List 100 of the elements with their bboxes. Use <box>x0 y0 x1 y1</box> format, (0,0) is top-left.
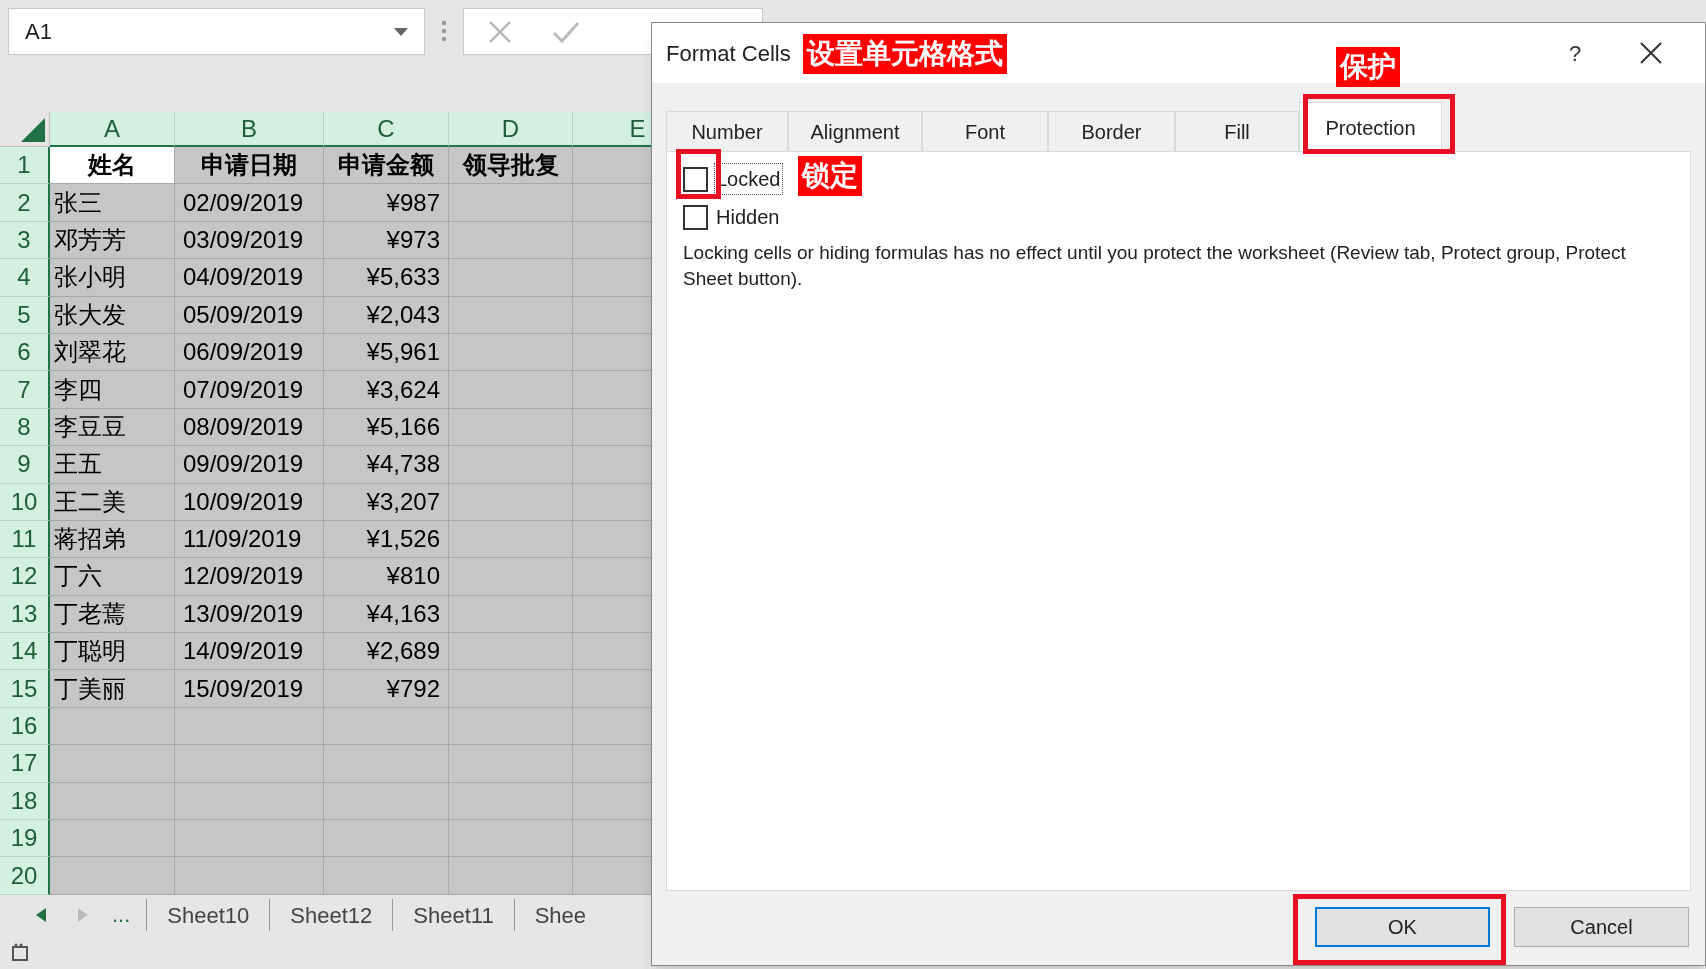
table-cell: ¥810 <box>324 558 449 596</box>
left-arrow-icon[interactable] <box>36 907 46 922</box>
sheet-tab[interactable]: Sheet10 <box>146 898 270 931</box>
highlight-frame <box>676 149 721 199</box>
table-cell: 14/09/2019 <box>175 633 324 671</box>
row-header[interactable]: 6 <box>0 333 50 372</box>
dialog-tab[interactable]: Alignment <box>788 111 922 151</box>
dialog-tab[interactable]: Font <box>922 111 1048 151</box>
table-cell: 申请金额 <box>324 147 449 185</box>
table-cell: 04/09/2019 <box>175 259 324 297</box>
sheet-tab[interactable]: Shee <box>513 898 606 931</box>
table-cell: ¥987 <box>324 184 449 222</box>
table-cell: 张大发 <box>50 296 175 334</box>
table-cell: 15/09/2019 <box>175 670 324 708</box>
table-cell: ¥5,961 <box>324 333 449 372</box>
table-cell: 03/09/2019 <box>175 221 324 260</box>
table-cell: 王二美 <box>50 483 175 521</box>
checkbox[interactable] <box>683 204 708 230</box>
row-header[interactable]: 12 <box>0 558 50 596</box>
table-cell: 12/09/2019 <box>175 558 324 596</box>
row-header[interactable]: 8 <box>0 408 50 447</box>
triangle-icon <box>21 118 45 142</box>
column-header[interactable]: B <box>175 112 324 147</box>
select-all-corner[interactable] <box>0 112 50 147</box>
dialog-tab[interactable]: Fill <box>1175 111 1299 151</box>
table-cell: 10/09/2019 <box>175 483 324 521</box>
table-cell: 蒋招弟 <box>50 520 175 559</box>
annotation-label: 保护 <box>1336 47 1400 87</box>
row-header[interactable]: 3 <box>0 221 50 260</box>
column-header[interactable]: A <box>50 112 175 147</box>
row-header[interactable]: 1 <box>0 147 50 185</box>
row-header[interactable]: 2 <box>0 184 50 222</box>
table-cell: 06/09/2019 <box>175 333 324 372</box>
row-header[interactable]: 7 <box>0 371 50 409</box>
dialog-button[interactable]: OK <box>1315 907 1490 947</box>
table-cell: 李四 <box>50 371 175 409</box>
table-cell: ¥4,163 <box>324 595 449 634</box>
table-cell: 刘翠花 <box>50 333 175 372</box>
table-cell: ¥1,526 <box>324 520 449 559</box>
checkbox-label[interactable]: Hidden <box>714 201 782 233</box>
row-header[interactable]: 18 <box>0 782 50 821</box>
table-cell: 张三 <box>50 184 175 222</box>
row-header[interactable]: 9 <box>0 446 50 484</box>
table-cell: 02/09/2019 <box>175 184 324 222</box>
table-cell: 王五 <box>50 446 175 484</box>
row-header[interactable]: 19 <box>0 820 50 858</box>
row-header[interactable]: 20 <box>0 857 50 895</box>
row-header[interactable]: 4 <box>0 259 50 297</box>
dialog-tab[interactable]: Border <box>1048 111 1175 151</box>
table-cell: 丁美丽 <box>50 670 175 708</box>
sheet-tab[interactable]: Sheet12 <box>269 898 393 931</box>
table-cell: ¥3,207 <box>324 483 449 521</box>
row-header[interactable]: 15 <box>0 670 50 708</box>
table-cell: ¥2,689 <box>324 633 449 671</box>
row-header[interactable]: 13 <box>0 595 50 634</box>
caret-icon <box>394 27 408 36</box>
table-cell: 姓名 <box>50 147 175 185</box>
help-button[interactable]: ? <box>1545 28 1605 78</box>
row-header[interactable]: 5 <box>0 296 50 334</box>
table-cell: 丁六 <box>50 558 175 596</box>
table-cell: ¥973 <box>324 221 449 260</box>
table-cell: 09/09/2019 <box>175 446 324 484</box>
table-cell: 05/09/2019 <box>175 296 324 334</box>
table-cell: ¥2,043 <box>324 296 449 334</box>
table-cell: 丁老蔫 <box>50 595 175 634</box>
row-header[interactable]: 17 <box>0 745 50 783</box>
table-cell: 张小明 <box>50 259 175 297</box>
table-cell: 申请日期 <box>175 147 324 185</box>
table-cell: 11/09/2019 <box>175 520 324 559</box>
table-cell: 07/09/2019 <box>175 371 324 409</box>
dialog-tab[interactable]: Protection <box>1299 102 1442 152</box>
sheet-tab[interactable]: Sheet11 <box>392 898 514 931</box>
checkbox[interactable] <box>683 166 708 192</box>
close-icon <box>1640 42 1662 64</box>
table-cell: 08/09/2019 <box>175 408 324 447</box>
name-box[interactable]: A1 <box>8 8 425 55</box>
row-header[interactable]: 11 <box>0 520 50 559</box>
dialog-title: Format Cells <box>666 39 791 68</box>
more-sheets[interactable]: ... <box>112 898 131 932</box>
table-cell: 13/09/2019 <box>175 595 324 634</box>
check-icon[interactable] <box>552 19 580 44</box>
row-header[interactable]: 16 <box>0 707 50 746</box>
table-cell: ¥792 <box>324 670 449 708</box>
table-cell: 邓芳芳 <box>50 221 175 260</box>
table-cell: 李豆豆 <box>50 408 175 447</box>
table-cell: 领导批复 <box>449 147 573 185</box>
table-cell: ¥3,624 <box>324 371 449 409</box>
column-header[interactable]: D <box>449 112 573 147</box>
dialog-tab[interactable]: Number <box>666 111 788 151</box>
table-cell: ¥5,166 <box>324 408 449 447</box>
table-cell: ¥5,633 <box>324 259 449 297</box>
column-header[interactable]: C <box>324 112 449 147</box>
table-cell: ¥4,738 <box>324 446 449 484</box>
grip-icon <box>441 20 447 42</box>
row-header[interactable]: 10 <box>0 483 50 521</box>
table-cell: 丁聪明 <box>50 633 175 671</box>
annotation-label: 锁定 <box>798 156 862 196</box>
explanation-text: Locking cells or hiding formulas has no effect until you protect the worksheet (Review tab, Protect group, Protect Sheet button). <box>683 241 1627 291</box>
dialog-button[interactable]: Cancel <box>1514 907 1689 947</box>
row-header[interactable]: 14 <box>0 633 50 671</box>
